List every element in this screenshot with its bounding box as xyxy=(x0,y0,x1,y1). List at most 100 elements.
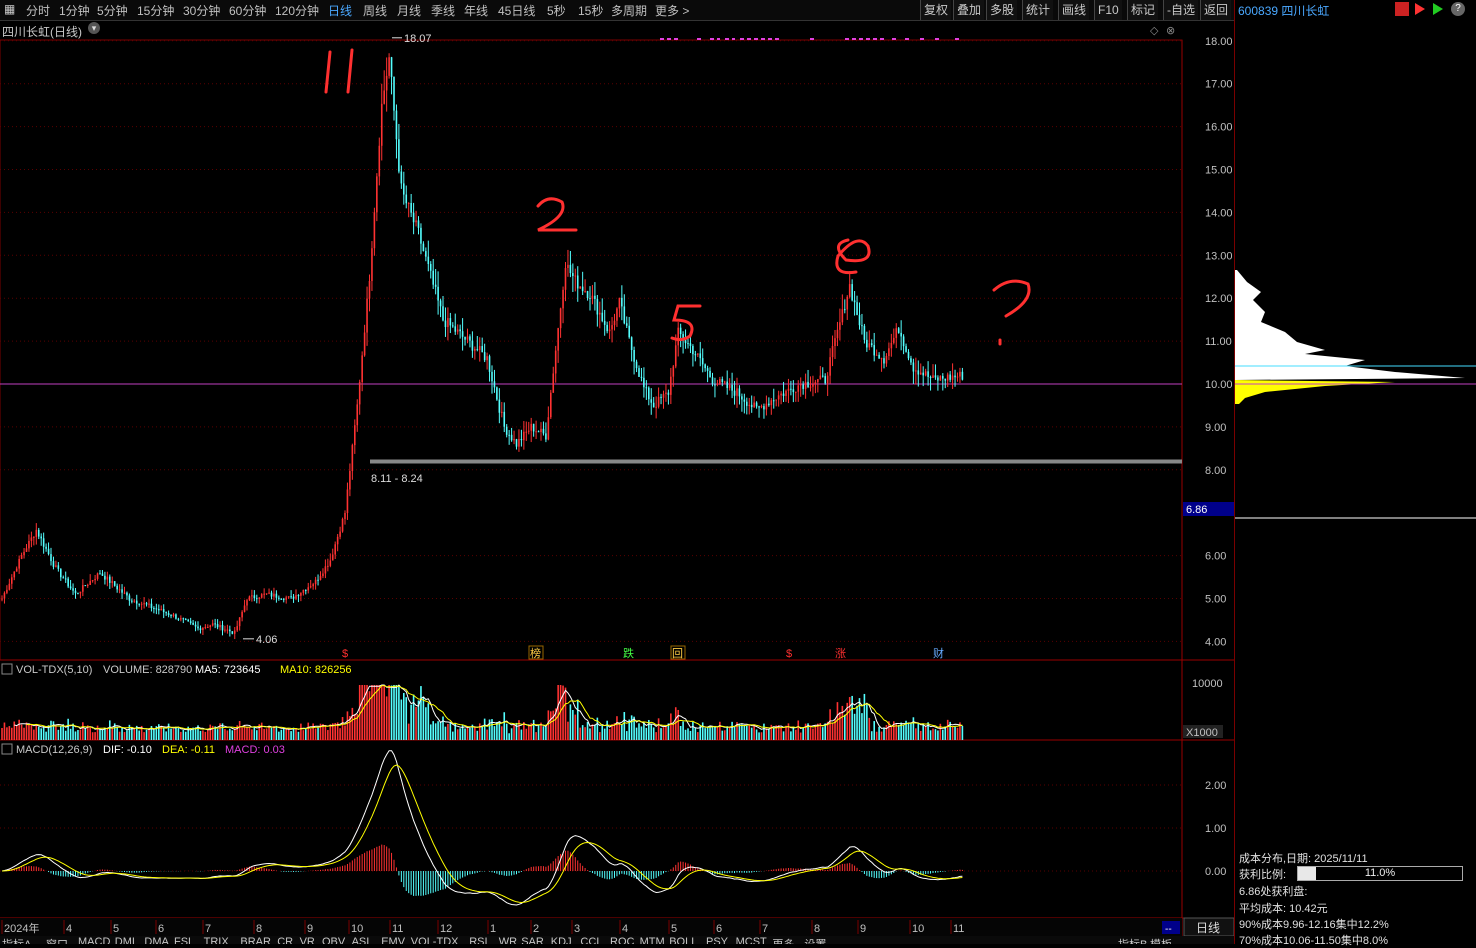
candle-body xyxy=(60,568,62,578)
volume-bar xyxy=(380,685,383,740)
date-label: 9 xyxy=(307,923,313,935)
candle-body xyxy=(723,381,726,383)
period-tab-14[interactable]: 15秒 xyxy=(578,2,603,19)
help-icon[interactable]: ? xyxy=(1451,2,1465,16)
indicator-tab-25[interactable]: 设置 xyxy=(804,936,826,944)
cost-title: 成本分布,日期: 2025/11/11 xyxy=(1239,853,1368,865)
volume-bar xyxy=(420,686,422,740)
kline-chart[interactable]: 18.0017.0016.0015.0014.0013.0012.0011.00… xyxy=(0,20,1234,936)
indicator-tab-13[interactable]: VOL-TDX xyxy=(411,936,459,944)
indicator-tab-3[interactable]: DMI xyxy=(115,936,135,944)
candle-body xyxy=(33,536,35,538)
period-tab-4[interactable]: 30分钟 xyxy=(183,2,220,19)
volume-bar xyxy=(437,721,439,740)
toolbar-button-5[interactable]: F10 xyxy=(1094,0,1122,20)
indicator-tab-6[interactable]: TRIX xyxy=(204,936,229,944)
indicator-tab-18[interactable]: CCI xyxy=(580,936,599,944)
volume-bar xyxy=(204,731,207,740)
indicator-tab-8[interactable]: CR xyxy=(277,936,293,944)
toolbar-button-0[interactable]: 复权 xyxy=(920,0,952,20)
candle-body xyxy=(873,345,875,356)
candle-body xyxy=(650,399,653,403)
period-tab-7[interactable]: 日线 xyxy=(328,2,352,19)
grid-icon[interactable]: ▦ xyxy=(4,2,15,16)
window-icon[interactable] xyxy=(1395,2,1409,16)
volume-bar xyxy=(202,730,204,740)
candle-body xyxy=(243,605,246,612)
candle-body xyxy=(831,346,834,358)
volume-bar xyxy=(23,727,25,740)
toolbar-button-2[interactable]: 多股 xyxy=(986,0,1018,20)
period-tab-0[interactable]: 分时 xyxy=(26,2,50,19)
candle-body xyxy=(550,392,552,418)
indicator-tab-9[interactable]: VR xyxy=(300,936,315,944)
indicator-tab-2[interactable]: MACD xyxy=(78,936,110,944)
indicator-tab-11[interactable]: ASI xyxy=(352,936,370,944)
candle-body xyxy=(942,376,944,379)
period-tab-12[interactable]: 45日线 xyxy=(498,2,535,19)
toolbar-button-7[interactable]: -自选 xyxy=(1163,0,1198,20)
indicator-tab-19[interactable]: ROC xyxy=(610,936,634,944)
period-tab-6[interactable]: 120分钟 xyxy=(275,2,319,19)
indicator-tab-0[interactable]: 指标A xyxy=(2,936,31,944)
candle-body xyxy=(721,378,724,383)
indicator-tab-21[interactable]: BOLL xyxy=(669,936,697,944)
volume-bar xyxy=(452,731,454,740)
indicator-tab-16[interactable]: SAR xyxy=(521,936,544,944)
period-tab-10[interactable]: 季线 xyxy=(431,2,455,19)
period-tab-5[interactable]: 60分钟 xyxy=(229,2,266,19)
indicator-tab-14[interactable]: RSI xyxy=(469,936,487,944)
volume-bar xyxy=(662,727,665,740)
candle-body xyxy=(278,597,280,599)
candle-body xyxy=(552,373,555,393)
candle-body xyxy=(290,596,292,598)
candle-body xyxy=(932,375,934,378)
period-tab-11[interactable]: 年线 xyxy=(464,2,488,19)
volume-bar xyxy=(133,729,136,740)
candle-body xyxy=(530,423,532,431)
toolbar-button-3[interactable]: 统计 xyxy=(1022,0,1054,20)
period-tab-2[interactable]: 5分钟 xyxy=(97,2,128,19)
indicator-tab-10[interactable]: OBV xyxy=(322,936,345,944)
volume-bar xyxy=(393,685,395,740)
volume-bar xyxy=(390,685,393,740)
indicator-tab-1[interactable]: 窗口 xyxy=(46,936,68,944)
indicator-tabs: 指标A 窗口 MACD DMI DMA FSL TRIX BRAR CR VR OBV ASI EMV V… xyxy=(0,936,1234,944)
candle-body xyxy=(927,371,929,377)
period-tab-3[interactable]: 15分钟 xyxy=(137,2,174,19)
indicator-b-tab[interactable]: 指标B xyxy=(1118,936,1147,944)
toolbar-button-6[interactable]: 标记 xyxy=(1127,0,1159,20)
period-tab-16[interactable]: 更多 > xyxy=(655,2,689,19)
arrow-icon[interactable] xyxy=(1433,3,1443,15)
indicator-tab-5[interactable]: FSL xyxy=(174,936,194,944)
toolbar-button-4[interactable]: 画线 xyxy=(1058,0,1090,20)
indicator-tab-12[interactable]: EMV xyxy=(381,936,405,944)
indicator-tab-20[interactable]: MTM xyxy=(640,936,665,944)
period-tab-13[interactable]: 5秒 xyxy=(547,2,566,19)
volume-bar xyxy=(3,722,6,740)
candle-body xyxy=(746,401,748,406)
indicator-tab-23[interactable]: MCST xyxy=(736,936,767,944)
indicator-tab-22[interactable]: PSY xyxy=(706,936,728,944)
volume-bar xyxy=(657,718,660,740)
candle-body xyxy=(564,268,567,290)
template-tab[interactable]: 模板 xyxy=(1150,936,1172,944)
period-tab-1[interactable]: 1分钟 xyxy=(59,2,90,19)
candle-body xyxy=(944,378,947,381)
indicator-tab-15[interactable]: WR xyxy=(499,936,517,944)
period-tab-15[interactable]: 多周期 xyxy=(611,2,647,19)
volume-bar xyxy=(422,696,425,740)
volume-bar xyxy=(486,729,488,740)
candle-body xyxy=(513,439,515,441)
candle-body xyxy=(434,284,437,287)
flag-icon[interactable] xyxy=(1415,3,1425,15)
indicator-tab-17[interactable]: KDJ xyxy=(551,936,572,944)
indicator-tab-4[interactable]: DMA xyxy=(144,936,168,944)
period-tab-8[interactable]: 周线 xyxy=(363,2,387,19)
toolbar-button-8[interactable]: 返回 xyxy=(1200,0,1232,20)
indicator-tab-24[interactable]: 更多 xyxy=(772,936,794,944)
toolbar-button-1[interactable]: 叠加 xyxy=(953,0,985,20)
period-tab-9[interactable]: 月线 xyxy=(397,2,421,19)
candle-body xyxy=(924,371,927,376)
indicator-tab-7[interactable]: BRAR xyxy=(240,936,271,944)
